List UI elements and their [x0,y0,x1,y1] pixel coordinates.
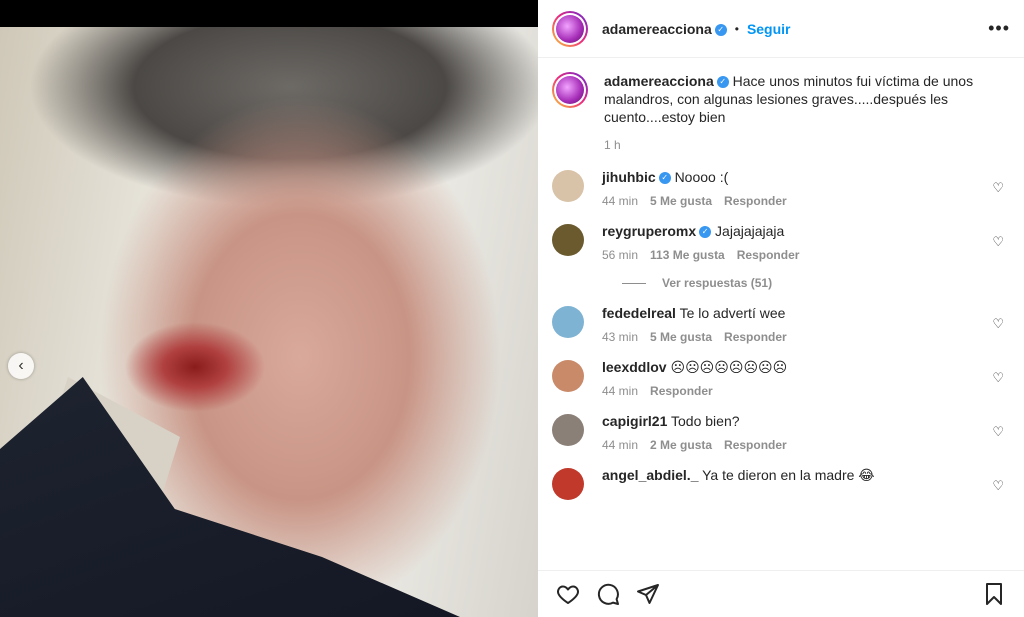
comment-username[interactable]: angel_abdiel._ [602,467,698,483]
comment-item: fededelreal Te lo advertí wee 43 min 5 M… [552,304,1010,344]
verified-icon: ✓ [716,76,729,89]
comment-time: 43 min [602,330,639,344]
avatar[interactable] [552,414,584,446]
post-username[interactable]: adamereacciona ✓ [602,21,727,37]
post-image [0,27,538,617]
avatar[interactable] [552,10,588,47]
caption-avatar[interactable] [552,72,588,108]
comment-time: 56 min [602,248,639,262]
share-icon[interactable] [632,578,664,610]
reply-button[interactable]: Responder [724,330,787,344]
post-photo: ‹ [0,0,538,617]
reply-button[interactable]: Responder [724,194,787,208]
divider [622,282,646,284]
comment-username[interactable]: reygruperomx [602,223,696,239]
comment-likes[interactable]: 5 Me gusta [650,194,712,208]
comment-text: Ya te dieron en la madre 😂 [702,467,875,483]
view-replies-button[interactable]: Ver respuestas (51) [622,276,1010,290]
comment-time: 44 min [602,194,639,208]
post-caption: adamereacciona ✓ Hace unos minutos fui ví… [552,72,1010,154]
more-options-icon[interactable]: ••• [988,18,1010,39]
comment-text: Jajajajajaja [715,223,785,239]
comment-time: 44 min [602,438,639,452]
avatar[interactable] [552,360,584,392]
avatar[interactable] [552,224,584,256]
avatar[interactable] [552,468,584,500]
avatar[interactable] [552,170,584,202]
comment-item: angel_abdiel._ Ya te dieron en la madre … [552,466,1010,500]
heart-icon[interactable]: ♡ [992,234,1004,250]
comment-likes[interactable]: 113 Me gusta [650,248,725,262]
comment-text: ☹☹☹☹☹☹☹☹ [670,359,788,375]
reply-button[interactable]: Responder [650,384,713,398]
comment-username[interactable]: leexddlov [602,359,667,375]
comment-username[interactable]: capigirl21 [602,413,667,429]
post-side-panel: adamereacciona ✓ • Seguir ••• adamereacci… [538,0,1024,617]
follow-button[interactable]: Seguir [747,21,791,37]
view-replies-label: Ver respuestas (51) [662,276,773,290]
comment-text: Te lo advertí wee [679,305,786,321]
post-actions-bar [538,570,1024,617]
verified-icon: ✓ [699,226,712,239]
verified-icon: ✓ [658,172,671,185]
comment-likes[interactable]: 2 Me gusta [650,438,712,452]
jacket [0,377,460,617]
comment-likes[interactable]: 5 Me gusta [650,330,712,344]
heart-icon[interactable]: ♡ [992,478,1004,494]
separator-dot: • [734,21,739,36]
comment-text: Todo bien? [671,413,740,429]
reply-button[interactable]: Responder [724,438,787,452]
heart-icon[interactable]: ♡ [992,370,1004,386]
avatar[interactable] [552,306,584,338]
comment-username[interactable]: fededelreal [602,305,676,321]
comment-text: Noooo :( [674,169,729,185]
comment-item: capigirl21 Todo bien? 44 min 2 Me gusta … [552,412,1010,452]
bookmark-icon[interactable] [978,578,1010,610]
post-header: adamereacciona ✓ • Seguir ••• [538,0,1024,58]
heart-icon[interactable] [552,578,584,610]
comment-icon[interactable] [592,578,624,610]
comment-item: jihuhbic ✓ Noooo :( 44 min 5 Me gusta Res… [552,168,1010,208]
caption-username[interactable]: adamereacciona ✓ [604,73,729,89]
reply-button[interactable]: Responder [737,248,800,262]
heart-icon[interactable]: ♡ [992,316,1004,332]
comment-item: reygruperomx ✓ Jajajajajaja 56 min 113 Me… [552,222,1010,262]
comment-username[interactable]: jihuhbic [602,169,656,185]
heart-icon[interactable]: ♡ [992,180,1004,196]
verified-icon: ✓ [714,23,727,36]
chevron-left-icon[interactable]: ‹ [8,353,34,379]
caption-time: 1 h [604,138,621,152]
comments-list: adamereacciona ✓ Hace unos minutos fui ví… [538,58,1024,570]
comment-time: 44 min [602,384,639,398]
comment-item: leexddlov ☹☹☹☹☹☹☹☹ 44 min Responder ♡ [552,358,1010,398]
heart-icon[interactable]: ♡ [992,424,1004,440]
